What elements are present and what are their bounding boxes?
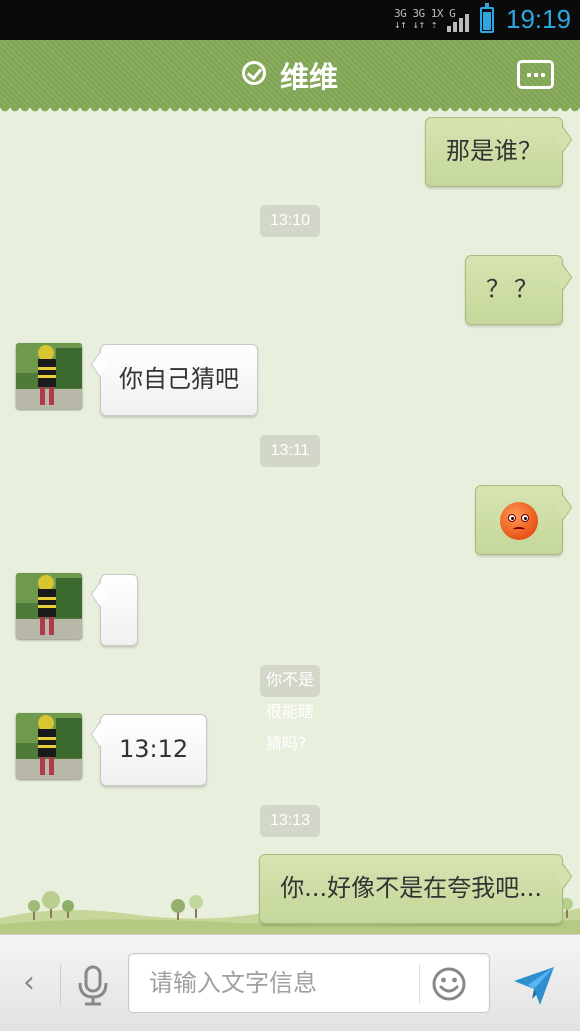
message-timestamp: 13:10 [260,205,320,237]
divider [60,965,61,1005]
message-input[interactable] [129,954,419,1012]
status-time: 19:19 [506,4,572,34]
message-timestamp: 13:13 [260,805,320,837]
message-bubble-incoming[interactable]: 你自己猜吧 [100,344,258,416]
message-bubble-outgoing[interactable]: 那是谁？ [425,117,563,187]
message-timestamp: 13:11 [260,435,320,467]
status-bar: 3G 3G 1X G ↓↑ ↓↑ ⇡ 19:19 [0,0,580,40]
signal-strength-icon [447,12,469,32]
battery-icon [480,3,494,33]
contact-avatar[interactable] [16,343,82,409]
message-list[interactable]: 那是谁？ 13:10 ？？ 你自己猜吧 13:11 你不是很能瞎猜吗？ 13:1… [0,108,580,934]
check-circle-icon [241,61,266,85]
contact-title: 维维 [0,54,580,96]
message-timestamp: 你不是很能瞎猜吗？ [260,665,320,753]
message-input-bar: ‹ [0,934,580,1031]
contact-name: 维维 [279,60,338,94]
message-bubble-outgoing[interactable] [475,485,563,555]
message-bubble-incoming[interactable] [100,574,138,646]
title-bar: 维维 [0,40,580,113]
message-bubble-outgoing[interactable]: ？？ [465,255,563,325]
message-input-box [128,953,490,1013]
contact-avatar[interactable] [16,573,82,639]
more-options-button[interactable] [517,60,554,89]
smiley-icon[interactable] [431,966,467,1002]
angry-face-emoji-icon [500,502,538,540]
message-bubble-incoming[interactable]: 13:12 [100,714,208,786]
message-bubble-outgoing[interactable]: 你...好像不是在夸我吧... [259,854,563,924]
paper-plane-icon[interactable] [510,961,558,1009]
chevron-left-icon[interactable]: ‹ [14,963,44,1003]
contact-avatar[interactable] [16,713,82,779]
divider [419,964,420,1004]
microphone-icon[interactable] [70,963,116,1007]
